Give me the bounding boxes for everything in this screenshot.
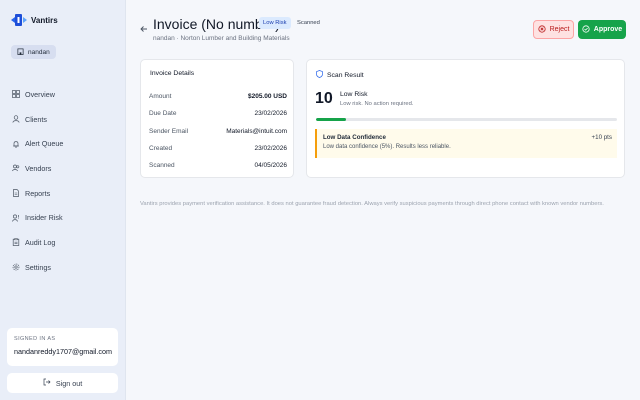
detail-label: Amount: [149, 93, 172, 101]
sidebar-item-clients[interactable]: Clients: [0, 107, 126, 132]
file-icon: [12, 189, 20, 197]
scan-result-card: Scan Result 10 Low Risk Low risk. No act…: [306, 59, 625, 178]
approve-label: Approve: [593, 26, 623, 33]
brand[interactable]: Vantirs: [10, 12, 58, 28]
sign-out-label: Sign out: [55, 378, 83, 388]
disclaimer-text: Vantirs provides payment verification as…: [140, 201, 604, 207]
risk-description: Low risk. No action required.: [340, 101, 414, 107]
sidebar-item-label: Clients: [25, 114, 47, 124]
detail-value: $205.00 USD: [247, 93, 287, 101]
risk-level-label: Low Risk: [340, 91, 368, 98]
flag-description: Low data confidence (5%). Results less r…: [323, 144, 451, 150]
sign-out-icon: [43, 378, 51, 388]
sidebar-item-label: Overview: [25, 89, 55, 99]
detail-value: Materials@intuit.com: [226, 127, 287, 135]
flag-points: +10 pts: [591, 134, 612, 141]
grid-icon: [12, 90, 20, 99]
sidebar-item-label: Alert Queue: [25, 139, 64, 149]
signed-in-label: SIGNED IN AS: [14, 336, 56, 342]
vantirs-logo-icon: [10, 12, 28, 28]
page-subtitle: nandan · Norton Lumber and Building Mate…: [153, 35, 290, 42]
sidebar-item-vendors[interactable]: Vendors: [0, 156, 126, 181]
user-icon: [12, 115, 20, 123]
back-arrow-icon[interactable]: [139, 24, 149, 34]
detail-label: Created: [149, 145, 173, 153]
building-icon: [17, 48, 24, 57]
sidebar-item-label: Audit Log: [25, 237, 56, 247]
scan-title-label: Scan Result: [327, 71, 364, 79]
card-title: Invoice Details: [150, 70, 195, 77]
approve-button[interactable]: Approve: [578, 20, 626, 39]
detail-value: 23/02/2026: [254, 145, 287, 153]
detail-value: 04/05/2026: [254, 162, 287, 170]
account-email: nandanreddy1707@gmail.com: [14, 347, 112, 356]
bell-icon: [12, 140, 20, 148]
status-badge: Scanned: [297, 20, 320, 26]
sign-out-button[interactable]: Sign out: [7, 373, 118, 393]
scan-title: Scan Result: [316, 70, 364, 80]
detail-row-due-date: Due Date 23/02/2026: [149, 105, 287, 122]
gear-icon: [12, 263, 20, 271]
sidebar-item-alert-queue[interactable]: Alert Queue: [0, 131, 126, 156]
sidebar-item-settings[interactable]: Settings: [0, 255, 126, 280]
flag-title: Low Data Confidence: [323, 134, 386, 141]
detail-row-scanned: Scanned 04/05/2026: [149, 157, 287, 174]
user-alert-icon: [12, 214, 20, 222]
risk-score: 10: [315, 90, 333, 107]
account-card: SIGNED IN AS nandanreddy1707@gmail.com: [7, 328, 118, 366]
sidebar-nav: Overview Clients Alert Queue Vendors Rep…: [0, 82, 126, 280]
detail-row-sender-email: Sender Email Materials@intuit.com: [149, 123, 287, 140]
detail-row-amount: Amount $205.00 USD: [149, 88, 287, 105]
users-icon: [12, 164, 20, 172]
workspace-name: nandan: [28, 48, 50, 56]
brand-name: Vantirs: [31, 15, 58, 25]
sidebar-item-label: Settings: [25, 262, 51, 272]
sidebar-item-label: Reports: [25, 188, 51, 198]
check-circle-icon: [582, 24, 590, 35]
invoice-details-card: Invoice Details Amount $205.00 USD Due D…: [140, 59, 294, 178]
detail-row-created: Created 23/02/2026: [149, 140, 287, 157]
x-circle-icon: [537, 24, 546, 35]
shield-icon: [316, 70, 323, 80]
detail-label: Scanned: [149, 162, 175, 170]
sidebar-item-reports[interactable]: Reports: [0, 181, 126, 206]
risk-badge: Low Risk: [259, 17, 291, 29]
detail-label: Sender Email: [149, 127, 189, 135]
risk-flag-item: Low Data Confidence +10 pts Low data con…: [315, 129, 617, 158]
detail-value: 23/02/2026: [254, 110, 287, 118]
sidebar-item-audit-log[interactable]: Audit Log: [0, 230, 126, 255]
sidebar-item-label: Insider Risk: [25, 213, 63, 223]
sidebar-item-insider-risk[interactable]: Insider Risk: [0, 205, 126, 230]
sidebar: Vantirs nandan Overview Clients Alert Qu…: [0, 0, 126, 400]
detail-label: Due Date: [149, 110, 177, 118]
reject-label: Reject: [549, 26, 570, 33]
reject-button[interactable]: Reject: [533, 20, 574, 39]
details-list: Amount $205.00 USD Due Date 23/02/2026 S…: [149, 88, 287, 174]
sidebar-item-overview[interactable]: Overview: [0, 82, 126, 107]
clipboard-icon: [12, 238, 20, 247]
risk-score-bar-fill: [316, 118, 347, 121]
risk-score-bar: [316, 118, 617, 121]
workspace-switcher[interactable]: nandan: [11, 45, 56, 59]
sidebar-item-label: Vendors: [25, 163, 52, 173]
